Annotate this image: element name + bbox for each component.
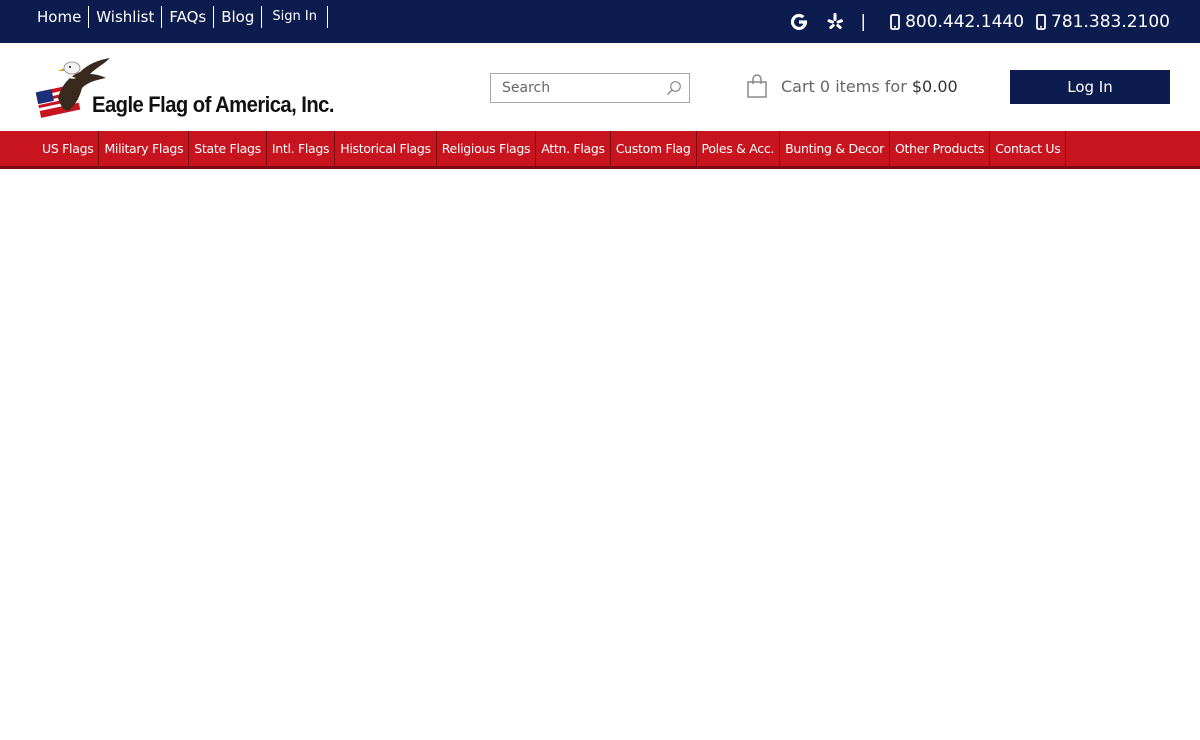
mobile-phone-icon	[890, 14, 900, 30]
nav-item-historical-flags[interactable]: Historical Flags	[335, 131, 437, 166]
cart-label: Cart	[781, 76, 815, 96]
blog-link[interactable]: Blog	[214, 6, 263, 28]
nav-item-religious-flags[interactable]: Religious Flags	[437, 131, 537, 166]
phone-number: 800.442.1440	[905, 12, 1025, 32]
main-nav: US Flags Military Flags State Flags Intl…	[0, 131, 1200, 169]
search-input[interactable]	[491, 74, 656, 102]
home-link[interactable]: Home	[30, 6, 90, 28]
site-header: Eagle Flag of America, Inc. Cart 0 items…	[0, 43, 1200, 131]
cart-total: $0.00	[911, 76, 958, 96]
nav-item-state-flags[interactable]: State Flags	[189, 131, 267, 166]
nav-item-intl-flags[interactable]: Intl. Flags	[267, 131, 336, 166]
mobile-phone-icon	[1036, 14, 1046, 30]
phone-number: 781.383.2100	[1051, 12, 1170, 32]
cart-summary[interactable]: Cart 0 items for $0.00	[746, 71, 958, 101]
sign-in-link[interactable]: Sign In	[262, 6, 328, 28]
logo[interactable]: Eagle Flag of America, Inc.	[36, 54, 334, 120]
yelp-icon[interactable]	[824, 11, 846, 33]
nav-item-custom-flag[interactable]: Custom Flag	[611, 131, 697, 166]
google-icon[interactable]	[788, 11, 810, 33]
separator: |	[860, 12, 867, 32]
nav-item-us-flags[interactable]: US Flags	[34, 131, 100, 166]
nav-item-bunting-decor[interactable]: Bunting & Decor	[780, 131, 890, 166]
cart-text: Cart 0 items for $0.00	[781, 77, 958, 96]
nav-item-contact-us[interactable]: Contact Us	[990, 131, 1067, 166]
nav-item-other-products[interactable]: Other Products	[890, 131, 991, 166]
faqs-link[interactable]: FAQs	[162, 6, 215, 28]
top-bar: Home Wishlist FAQs Blog Sign In | 800.44…	[0, 0, 1200, 43]
top-contact: | 800.442.1440 781.383.2100	[788, 10, 1170, 34]
nav-item-poles-acc[interactable]: Poles & Acc.	[697, 131, 781, 166]
nav-item-attn-flags[interactable]: Attn. Flags	[536, 131, 611, 166]
phone-1[interactable]: 800.442.1440	[890, 12, 1024, 32]
search-box	[490, 73, 690, 103]
shopping-bag-icon	[747, 74, 767, 98]
logo-text: Eagle Flag of America, Inc.	[92, 92, 334, 117]
cart-count: 0	[819, 76, 831, 96]
log-in-button[interactable]: Log In	[1010, 70, 1170, 104]
main-content	[0, 169, 1200, 740]
phone-2[interactable]: 781.383.2100	[1036, 12, 1170, 32]
nav-item-military-flags[interactable]: Military Flags	[99, 131, 190, 166]
top-links: Home Wishlist FAQs Blog Sign In	[30, 6, 328, 28]
search-icon[interactable]	[666, 80, 682, 96]
wishlist-link[interactable]: Wishlist	[89, 6, 163, 28]
cart-items-for: items for	[835, 76, 907, 96]
